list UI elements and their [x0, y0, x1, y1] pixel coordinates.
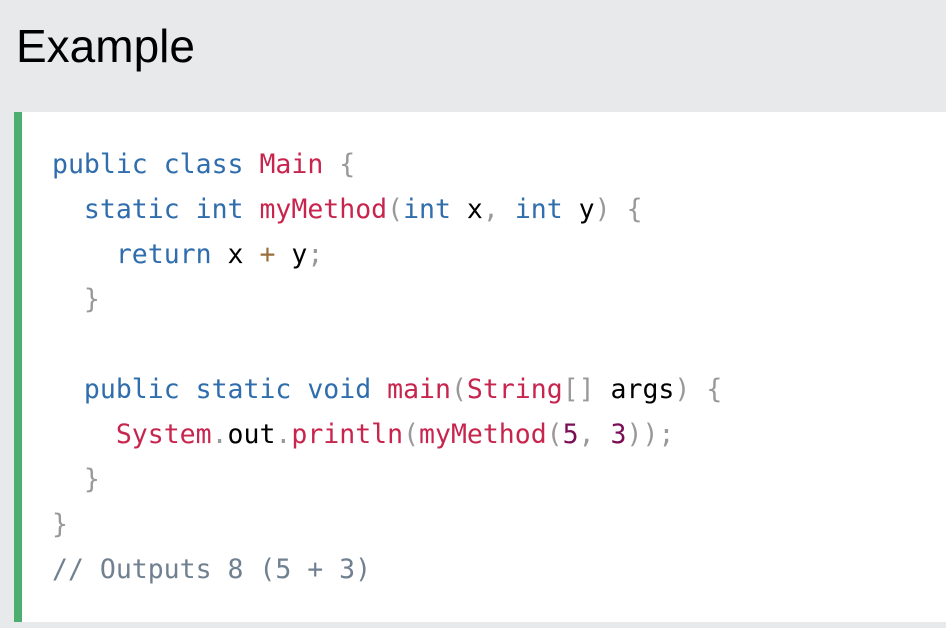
code-punctuation: ; — [307, 239, 324, 270]
code-keyword: void — [307, 374, 372, 405]
code-name: myMethod — [259, 194, 388, 225]
code-punctuation: } — [83, 284, 100, 315]
code-identifier: x — [227, 239, 244, 270]
code-number: 3 — [610, 419, 627, 450]
code-identifier: out — [227, 419, 276, 450]
code-line: static int myMethod(int x, int y) { — [52, 187, 722, 232]
code-line: System.out.println(myMethod(5, 3)); — [52, 412, 722, 457]
code-block: public class Main { static int myMethod(… — [14, 112, 946, 622]
code-punctuation: { — [626, 194, 643, 225]
code-punctuation: ) — [594, 194, 611, 225]
example-heading: Example — [16, 20, 195, 72]
code-name: println — [291, 419, 404, 450]
code-punctuation: , — [482, 194, 499, 225]
code-punctuation: ( — [403, 419, 420, 450]
code-keyword: static — [195, 374, 292, 405]
code-line: } — [52, 277, 722, 322]
code-operator: + — [259, 239, 276, 270]
code-name: System — [115, 419, 212, 450]
code-punctuation: ( — [546, 419, 563, 450]
code-keyword: return — [115, 239, 212, 270]
code-comment: // Outputs 8 (5 + 3) — [52, 554, 372, 585]
code-punctuation: [] — [562, 374, 595, 405]
code-punctuation: { — [339, 149, 356, 180]
code-punctuation: } — [52, 509, 68, 540]
code-keyword: int — [514, 194, 563, 225]
code-identifier: y — [291, 239, 308, 270]
code-punctuation: . — [211, 419, 228, 450]
code-name: main — [387, 374, 451, 405]
code-keyword: class — [163, 149, 244, 180]
example-section: Example public class Main { static int m… — [0, 0, 946, 628]
code-name: String — [466, 374, 563, 405]
code-keyword: int — [403, 194, 451, 225]
code-keyword: public — [52, 149, 148, 180]
code-line: } — [52, 457, 722, 502]
code-punctuation: ) — [674, 374, 691, 405]
code-identifier: y — [578, 194, 595, 225]
code-number: 5 — [562, 419, 579, 450]
code-punctuation: ; — [658, 419, 675, 450]
code-name: myMethod — [419, 419, 547, 450]
code-punctuation: )) — [626, 419, 659, 450]
code-identifier: x — [466, 194, 483, 225]
code-keyword: static — [83, 194, 180, 225]
code-punctuation: . — [275, 419, 292, 450]
code-line: // Outputs 8 (5 + 3) — [52, 547, 722, 592]
code-punctuation: ( — [450, 374, 467, 405]
code-keyword: public — [83, 374, 180, 405]
code-punctuation: { — [706, 374, 723, 405]
code-line: public static void main(String[] args) { — [52, 367, 722, 412]
code-punctuation: } — [83, 464, 100, 495]
code-line: } — [52, 502, 722, 547]
code-name: Main — [259, 149, 324, 180]
code-lines: public class Main { static int myMethod(… — [52, 142, 722, 592]
code-identifier: args — [610, 374, 675, 405]
code-line: return x + y; — [52, 232, 722, 277]
code-punctuation: , — [578, 419, 595, 450]
code-keyword: int — [195, 194, 244, 225]
code-line: public class Main { — [52, 142, 722, 187]
code-punctuation: ( — [387, 194, 404, 225]
